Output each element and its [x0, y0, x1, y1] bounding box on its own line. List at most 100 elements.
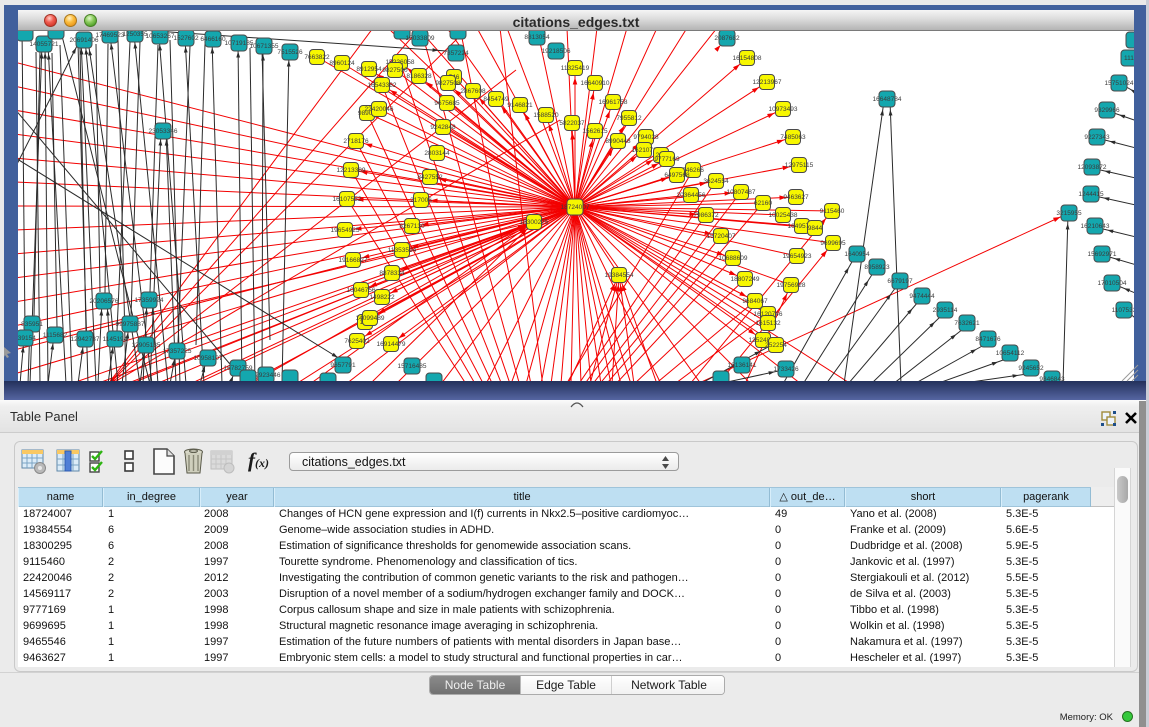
svg-text:16154808: 16154808 [733, 55, 762, 62]
svg-text:1145194: 1145194 [103, 336, 128, 343]
svg-text:111: 111 [1124, 55, 1134, 62]
svg-text:7485063: 7485063 [780, 134, 806, 141]
svg-text:18724007: 18724007 [561, 204, 590, 211]
svg-text:15716485: 15716485 [398, 363, 427, 370]
svg-text:10046756: 10046756 [347, 287, 376, 294]
svg-text:7625402: 7625402 [344, 338, 370, 345]
svg-text:14055721: 14055721 [30, 41, 59, 48]
svg-text:7663822: 7663822 [304, 54, 330, 61]
svg-text:16914479: 16914479 [377, 341, 406, 348]
svg-text:16543382: 16543382 [368, 82, 397, 89]
svg-text:8990448: 8990448 [605, 138, 631, 145]
svg-text:7357224: 7357224 [443, 50, 469, 57]
svg-text:19218506: 19218506 [542, 48, 571, 55]
svg-text:17010504: 17010504 [1098, 280, 1127, 287]
svg-text:3624554: 3624554 [703, 178, 729, 185]
svg-text:62160: 62160 [754, 200, 772, 207]
svg-text:19756928: 19756928 [777, 282, 806, 289]
svg-text:16210643: 16210643 [1081, 223, 1110, 230]
svg-text:2718176: 2718176 [343, 138, 369, 145]
svg-text:8471676: 8471676 [975, 336, 1001, 343]
svg-text:835951: 835951 [21, 321, 43, 328]
svg-text:10025438: 10025438 [769, 212, 798, 219]
svg-text:10671355: 10671355 [250, 43, 279, 50]
svg-text:12905135: 12905135 [132, 342, 161, 349]
svg-text:9657791: 9657791 [330, 362, 356, 369]
svg-text:6497568: 6497568 [664, 172, 690, 179]
svg-text:19384554: 19384554 [605, 272, 634, 279]
svg-text:8813054: 8813054 [524, 34, 550, 41]
svg-text:9827508: 9827508 [435, 80, 461, 87]
svg-text:12942737: 12942737 [71, 336, 100, 343]
svg-text:217006: 217006 [410, 197, 432, 204]
svg-text:3215955: 3215955 [1056, 210, 1082, 217]
svg-text:7986372: 7986372 [693, 212, 719, 219]
svg-text:9463627: 9463627 [783, 194, 809, 201]
svg-text:5822037: 5822037 [559, 120, 585, 127]
svg-text:15692971: 15692971 [1088, 251, 1117, 258]
svg-text:2935114: 2935114 [933, 307, 958, 314]
svg-text:16961758: 16961758 [599, 99, 628, 106]
svg-text:16640910: 16640910 [581, 80, 610, 87]
svg-text:10654112: 10654112 [996, 350, 1025, 357]
svg-text:10688609: 10688609 [719, 255, 748, 262]
svg-text:252254: 252254 [765, 342, 787, 349]
svg-text:11353594: 11353594 [388, 247, 417, 254]
svg-text:939154: 939154 [18, 335, 36, 342]
svg-text:9777169: 9777169 [654, 156, 680, 163]
svg-text:9844: 9844 [808, 225, 823, 232]
svg-text:16648784: 16648784 [873, 96, 902, 103]
svg-text:18807249: 18807249 [731, 276, 760, 283]
svg-text:1588520: 1588520 [533, 112, 559, 119]
svg-text:23053346: 23053346 [149, 128, 178, 135]
svg-text:1244415: 1244415 [1078, 191, 1104, 198]
svg-text:12213967: 12213967 [753, 79, 782, 86]
svg-text:1733426: 1733426 [773, 366, 799, 373]
svg-text:7955812: 7955812 [616, 115, 642, 122]
svg-text:16136141: 16136141 [728, 362, 757, 369]
svg-text:15751024: 15751024 [1105, 80, 1134, 87]
svg-text:12213389: 12213389 [337, 167, 366, 174]
svg-text:10973493: 10973493 [769, 106, 798, 113]
svg-text:9242848: 9242848 [430, 124, 456, 131]
svg-text:8878334: 8878334 [379, 270, 405, 277]
svg-text:10958107: 10958107 [194, 355, 223, 362]
svg-text:1562615: 1562615 [582, 128, 608, 135]
svg-text:9684067: 9684067 [742, 298, 768, 305]
svg-text:8186328: 8186328 [406, 73, 432, 80]
svg-text:2803144: 2803144 [424, 150, 450, 157]
svg-text:12975115: 12975115 [785, 162, 814, 169]
svg-text:8958923: 8958923 [864, 264, 890, 271]
svg-text:1527602: 1527602 [173, 35, 199, 42]
svg-text:2867608: 2867608 [460, 88, 486, 95]
svg-text:20364456: 20364456 [677, 192, 706, 199]
svg-text:1640954: 1640954 [844, 251, 870, 258]
svg-text:9245652: 9245652 [1018, 365, 1044, 372]
svg-text:6466160: 6466160 [200, 36, 226, 43]
svg-text:1107533: 1107533 [1112, 307, 1134, 314]
svg-text:14099489: 14099489 [356, 315, 385, 322]
svg-text:9227343: 9227343 [1084, 134, 1110, 141]
svg-text:19654923: 19654923 [783, 253, 812, 260]
svg-text:9699695: 9699695 [820, 240, 846, 247]
svg-text:20691406: 20691406 [70, 37, 99, 44]
svg-text:8960124: 8960124 [329, 60, 355, 67]
svg-text:1250355: 1250355 [122, 31, 148, 38]
svg-text:9329966: 9329966 [1094, 107, 1120, 114]
svg-text:7632621: 7632621 [954, 320, 980, 327]
svg-text:7515526: 7515526 [277, 49, 303, 56]
svg-text:9794028: 9794028 [633, 134, 659, 141]
svg-text:6679197: 6679197 [887, 278, 913, 285]
svg-text:22420046: 22420046 [365, 106, 394, 113]
svg-text:8267130: 8267130 [399, 223, 425, 230]
svg-text:9474444: 9474444 [909, 293, 935, 300]
svg-text:11325419: 11325419 [561, 65, 590, 72]
svg-text:18300275: 18300275 [520, 219, 549, 226]
svg-text:10653267: 10653267 [146, 33, 175, 40]
svg-text:99975887: 99975887 [116, 321, 145, 328]
svg-text:9675685: 9675685 [434, 100, 460, 107]
svg-text:17359924: 17359924 [135, 297, 164, 304]
svg-text:20206576: 20206576 [90, 298, 119, 305]
svg-text:1115682: 1115682 [43, 332, 68, 339]
svg-text:17357225: 17357225 [163, 348, 192, 355]
